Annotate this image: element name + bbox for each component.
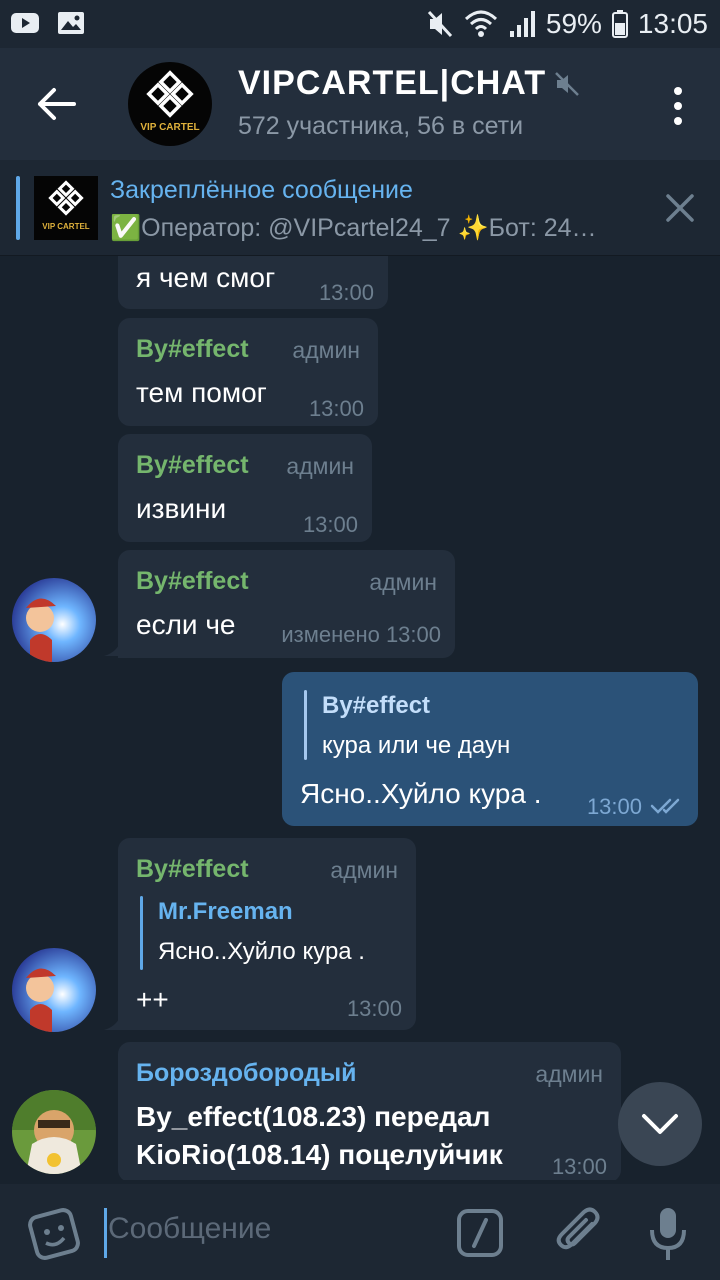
gallery-icon — [58, 12, 84, 34]
pinned-thumbnail: VIP CARTEL — [34, 176, 98, 240]
message-time: 13:00 — [308, 396, 364, 421]
chat-header: VIP CARTEL VIPCARTEL|CHAT 572 участника,… — [0, 48, 720, 160]
close-icon[interactable] — [662, 190, 698, 226]
sender-name[interactable]: By#effect — [136, 335, 249, 364]
admin-badge: админ — [369, 569, 437, 595]
message-text: Ясно..Хуйло кура . — [300, 778, 542, 809]
chat-member-count: 572 участника, 56 в сети — [238, 112, 524, 140]
battery-icon — [611, 10, 628, 38]
message-time: 13:00 — [346, 996, 402, 1021]
back-arrow-icon[interactable] — [24, 82, 84, 126]
svg-text:VIP CARTEL: VIP CARTEL — [42, 222, 90, 231]
reply-text[interactable]: Ясно..Хуйло кура . — [158, 938, 365, 966]
sender-name[interactable]: By#effect — [136, 451, 249, 480]
message-text: я чем смог — [136, 262, 276, 293]
reply-bar — [304, 690, 307, 760]
message-bubble[interactable]: By#effect админ тем помог 13:00 — [118, 318, 378, 426]
chevron-down-icon — [642, 1114, 678, 1134]
message-bubble[interactable]: By#effect админ Mr.Freeman Ясно..Хуйло к… — [118, 838, 416, 1030]
outgoing-message-bubble[interactable]: By#effect кура или че даун Ясно..Хуйло к… — [282, 672, 698, 826]
text-caret — [104, 1208, 107, 1258]
pinned-message-bar[interactable]: VIP CARTEL Закреплённое сообщение ✅Опера… — [0, 160, 720, 256]
message-text: тем помог — [136, 377, 267, 408]
youtube-icon — [11, 13, 39, 33]
microphone-icon[interactable] — [648, 1206, 688, 1262]
scroll-to-bottom-button[interactable] — [618, 1082, 702, 1166]
sender-name[interactable]: By#effect — [136, 855, 249, 884]
message-list[interactable]: я чем смог 13:00 By#effect админ тем пом… — [0, 256, 720, 1180]
admin-badge: админ — [330, 857, 398, 883]
admin-badge: админ — [286, 453, 354, 479]
avatar[interactable] — [12, 1090, 96, 1174]
pinned-accent-bar — [16, 176, 20, 240]
wifi-icon — [464, 10, 497, 37]
pinned-text: ✅Оператор: @VIPcartel24_7 ✨Бот: 24… — [110, 214, 597, 242]
chat-avatar[interactable]: VIP CARTEL — [128, 62, 212, 146]
message-text: извини — [136, 493, 227, 524]
admin-badge: админ — [535, 1061, 603, 1087]
message-bubble[interactable]: By#effect админ если че изменено 13:00 — [118, 550, 455, 658]
message-bubble[interactable]: By#effect админ извини 13:00 — [118, 434, 372, 542]
avatar[interactable] — [12, 948, 96, 1032]
message-bubble[interactable]: Бороздобородый админ By_effect(108.23) п… — [118, 1042, 621, 1180]
message-time: 13:00 — [302, 512, 358, 537]
message-input-bar: Сообщение — [0, 1184, 720, 1280]
vip-cartel-logo-icon: VIP CARTEL — [42, 180, 90, 231]
message-time: изменено 13:00 — [281, 622, 441, 647]
message-time: 13:00 — [318, 280, 374, 305]
status-bar: 59% 13:05 — [0, 0, 720, 48]
chat-title[interactable]: VIPCARTEL|CHAT — [238, 64, 580, 103]
paperclip-icon[interactable] — [552, 1206, 604, 1260]
mute-icon — [427, 10, 452, 38]
message-text-line: By_effect(108.23) передал — [136, 1101, 491, 1132]
sender-name[interactable]: Бороздобородый — [136, 1059, 357, 1088]
avatar-image — [12, 948, 96, 1032]
sender-name[interactable]: By#effect — [136, 567, 249, 596]
bot-command-icon[interactable] — [456, 1208, 504, 1258]
reply-bar — [140, 896, 143, 970]
message-bubble[interactable]: я чем смог 13:00 — [118, 256, 388, 309]
message-text-line: KioRio(108.14) поцелуйчик — [136, 1139, 503, 1170]
reply-author[interactable]: Mr.Freeman — [158, 898, 293, 926]
avatar-image — [12, 578, 96, 662]
signal-icon — [509, 11, 535, 37]
reply-text[interactable]: кура или че даун — [322, 732, 510, 760]
reply-author[interactable]: By#effect — [322, 692, 430, 720]
double-check-icon — [650, 798, 680, 814]
telegram-chat-screen: 59% 13:05 VIP CARTEL VIPCARTEL|CHAT 572 … — [0, 0, 720, 1280]
pinned-title: Закреплённое сообщение — [110, 176, 413, 204]
muted-speaker-icon — [555, 71, 579, 96]
message-text: ++ — [136, 984, 169, 1015]
avatar[interactable] — [12, 578, 96, 662]
clock: 13:05 — [637, 8, 708, 39]
message-time: 13:00 — [586, 794, 642, 819]
message-text: если че — [136, 609, 236, 640]
vip-cartel-logo-icon: VIP CARTEL — [140, 70, 200, 133]
svg-text:VIP CARTEL: VIP CARTEL — [140, 122, 199, 133]
chat-title-text: VIPCARTEL|CHAT — [238, 64, 547, 102]
message-time: 13:00 — [551, 1154, 607, 1179]
sticker-emoji-icon[interactable] — [28, 1208, 80, 1260]
battery-percent: 59% — [545, 8, 602, 39]
admin-badge: админ — [292, 337, 360, 363]
message-input[interactable]: Сообщение — [108, 1212, 271, 1246]
avatar-image — [12, 1090, 96, 1174]
more-options-icon[interactable] — [672, 86, 684, 126]
